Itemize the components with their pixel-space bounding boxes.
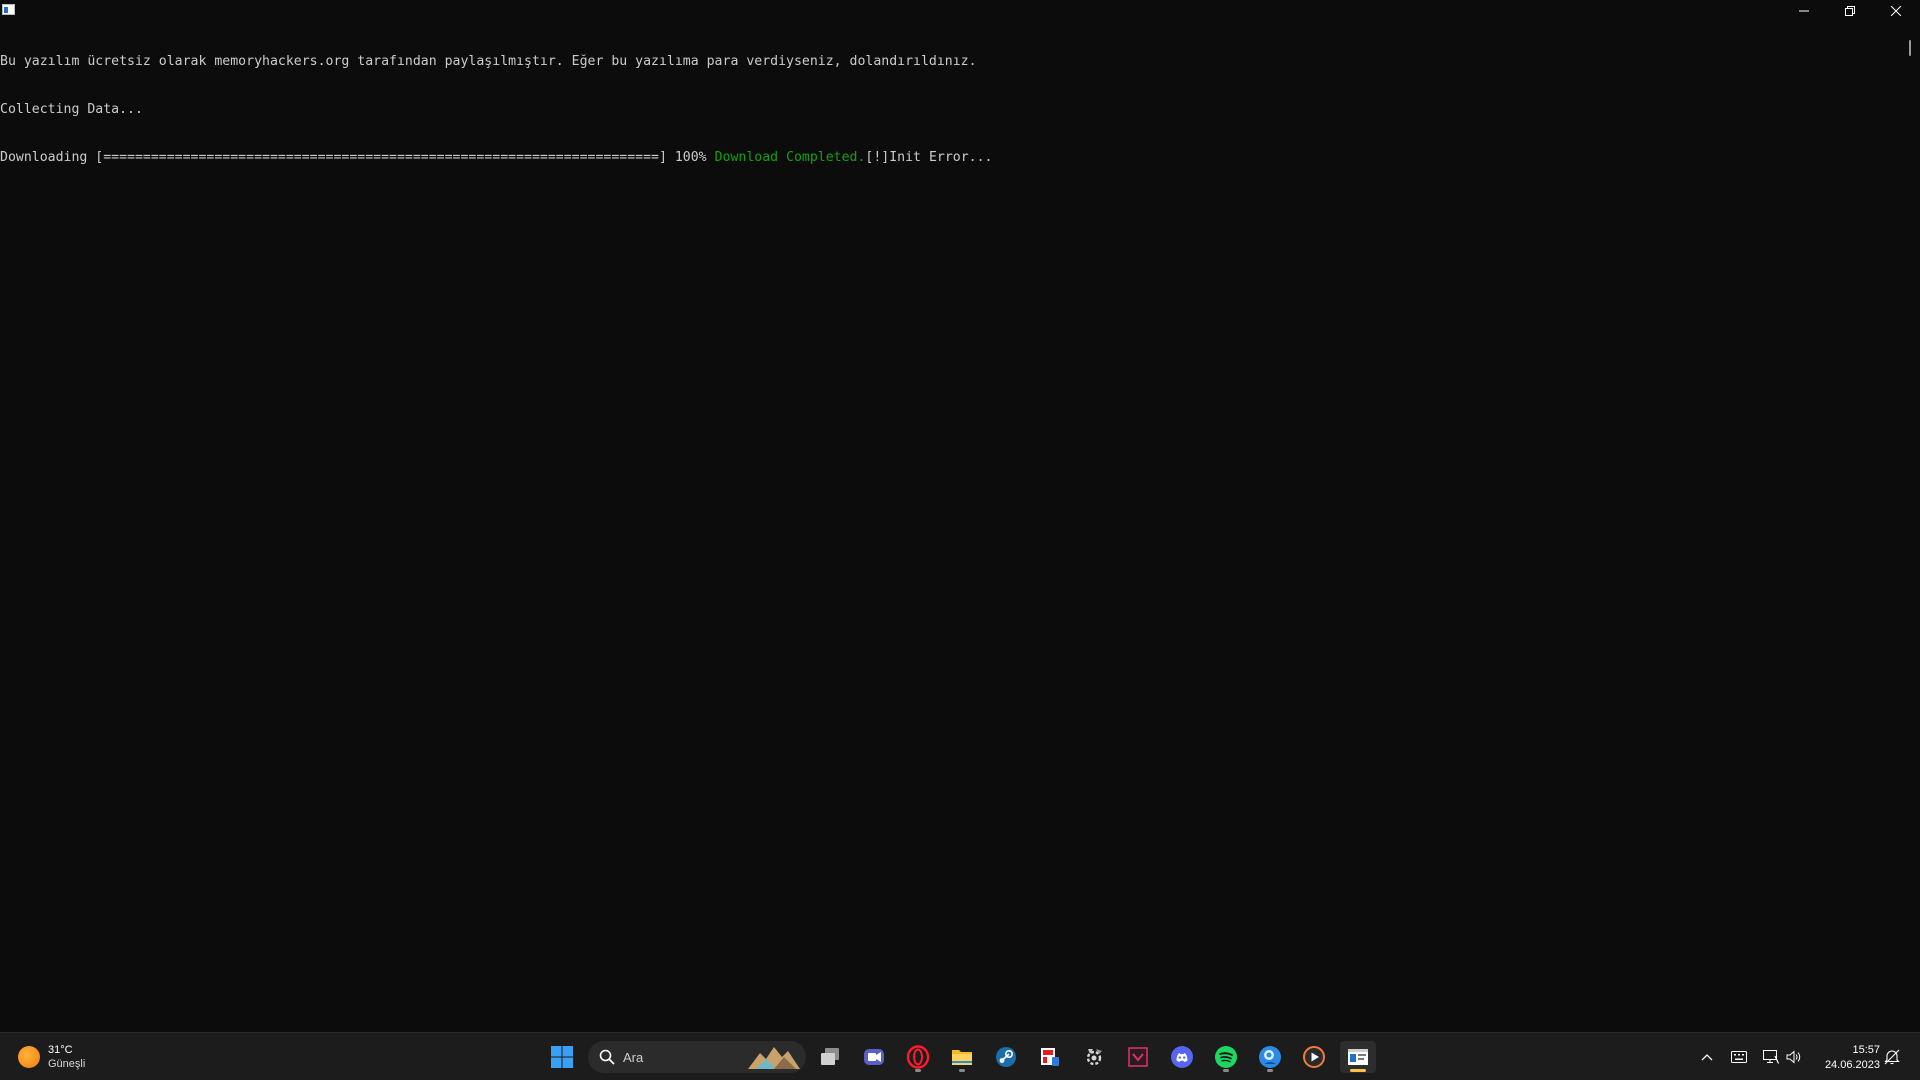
scrollbar-thumb[interactable] [1909,40,1911,56]
download-progress-text: Downloading [===========================… [0,150,715,165]
console-scrollbar[interactable] [1900,22,1920,1032]
app-pink-button[interactable] [1120,1041,1156,1073]
spotify-icon [1215,1046,1237,1068]
console-window: Bu yazılım ücretsiz olarak memoryhackers… [0,0,1920,1032]
pink-app-icon [1128,1047,1148,1067]
close-button[interactable] [1873,0,1919,22]
start-button[interactable] [544,1041,580,1073]
taskbar-clock[interactable]: 15:57 24.06.2023 [1808,1043,1880,1073]
app-blue-button[interactable] [1252,1041,1288,1073]
notification-bell-icon [1884,1049,1900,1065]
blue-app-icon [1259,1046,1281,1068]
weather-widget[interactable]: 31°C Güneşli [18,1039,85,1075]
network-icon [1763,1050,1779,1064]
close-icon [1891,6,1901,16]
running-indicator [915,1069,921,1072]
search-placeholder: Ara [623,1049,644,1065]
discord-button[interactable] [1164,1041,1200,1073]
task-view-button[interactable] [812,1041,848,1073]
running-indicator [959,1069,965,1072]
app-gear-button[interactable] [1076,1041,1112,1073]
network-button[interactable] [1762,1049,1780,1065]
running-indicator [1267,1069,1273,1072]
console-line-download: Downloading [===========================… [0,150,1900,166]
weather-condition: Güneşli [48,1058,86,1070]
download-completed-text: Download Completed. [714,150,866,165]
clock-time: 15:57 [1852,1044,1880,1056]
app-red-icon [1041,1048,1059,1066]
keyboard-button[interactable] [1730,1049,1748,1065]
teams-icon [864,1049,884,1065]
console-output[interactable]: Bu yazılım ücretsiz olarak memoryhackers… [0,22,1900,1032]
active-indicator [1350,1069,1366,1072]
weather-temperature: 31°C [48,1044,73,1056]
media-player-button[interactable] [1296,1041,1332,1073]
gear-app-icon [1086,1049,1102,1066]
taskbar-search[interactable]: Ara [588,1041,806,1073]
search-icon [599,1049,615,1065]
keyboard-icon [1731,1051,1747,1063]
show-hidden-icons-button[interactable] [1698,1049,1716,1065]
console-line-collecting: Collecting Data... [0,102,143,117]
restore-icon [1845,6,1855,16]
play-icon [1303,1046,1325,1068]
chevron-up-icon [1701,1054,1713,1061]
file-explorer-button[interactable] [944,1041,980,1073]
steam-button[interactable] [988,1041,1024,1073]
teams-button[interactable] [856,1041,892,1073]
speaker-icon [1786,1050,1801,1064]
running-indicator [1223,1069,1229,1072]
taskbar: 31°C Güneşli Ara 15:57 24.06.2023 [0,1032,1920,1080]
app-red-button[interactable] [1032,1041,1068,1073]
volume-button[interactable] [1785,1049,1803,1065]
sun-icon [18,1046,40,1068]
notifications-button[interactable] [1884,1049,1902,1065]
minimize-button[interactable] [1781,0,1827,22]
opera-button[interactable] [900,1041,936,1073]
discord-icon [1171,1046,1193,1068]
spotify-button[interactable] [1208,1041,1244,1073]
terminal-icon [1348,1049,1368,1065]
search-highlight-art-icon [748,1047,800,1069]
opera-icon [906,1045,930,1069]
restore-button[interactable] [1827,0,1873,22]
console-line-disclaimer: Bu yazılım ücretsiz olarak memoryhackers… [0,54,977,69]
clock-date: 24.06.2023 [1824,1059,1880,1071]
init-error-text: [!]Init Error... [865,150,993,165]
windows-logo-icon [551,1046,573,1068]
console-app-icon [2,4,15,15]
terminal-button[interactable] [1340,1041,1376,1073]
task-view-icon [821,1048,839,1065]
steam-icon [996,1047,1016,1067]
title-bar[interactable] [0,0,1920,22]
folder-icon [952,1050,972,1065]
minimize-icon [1799,10,1809,12]
